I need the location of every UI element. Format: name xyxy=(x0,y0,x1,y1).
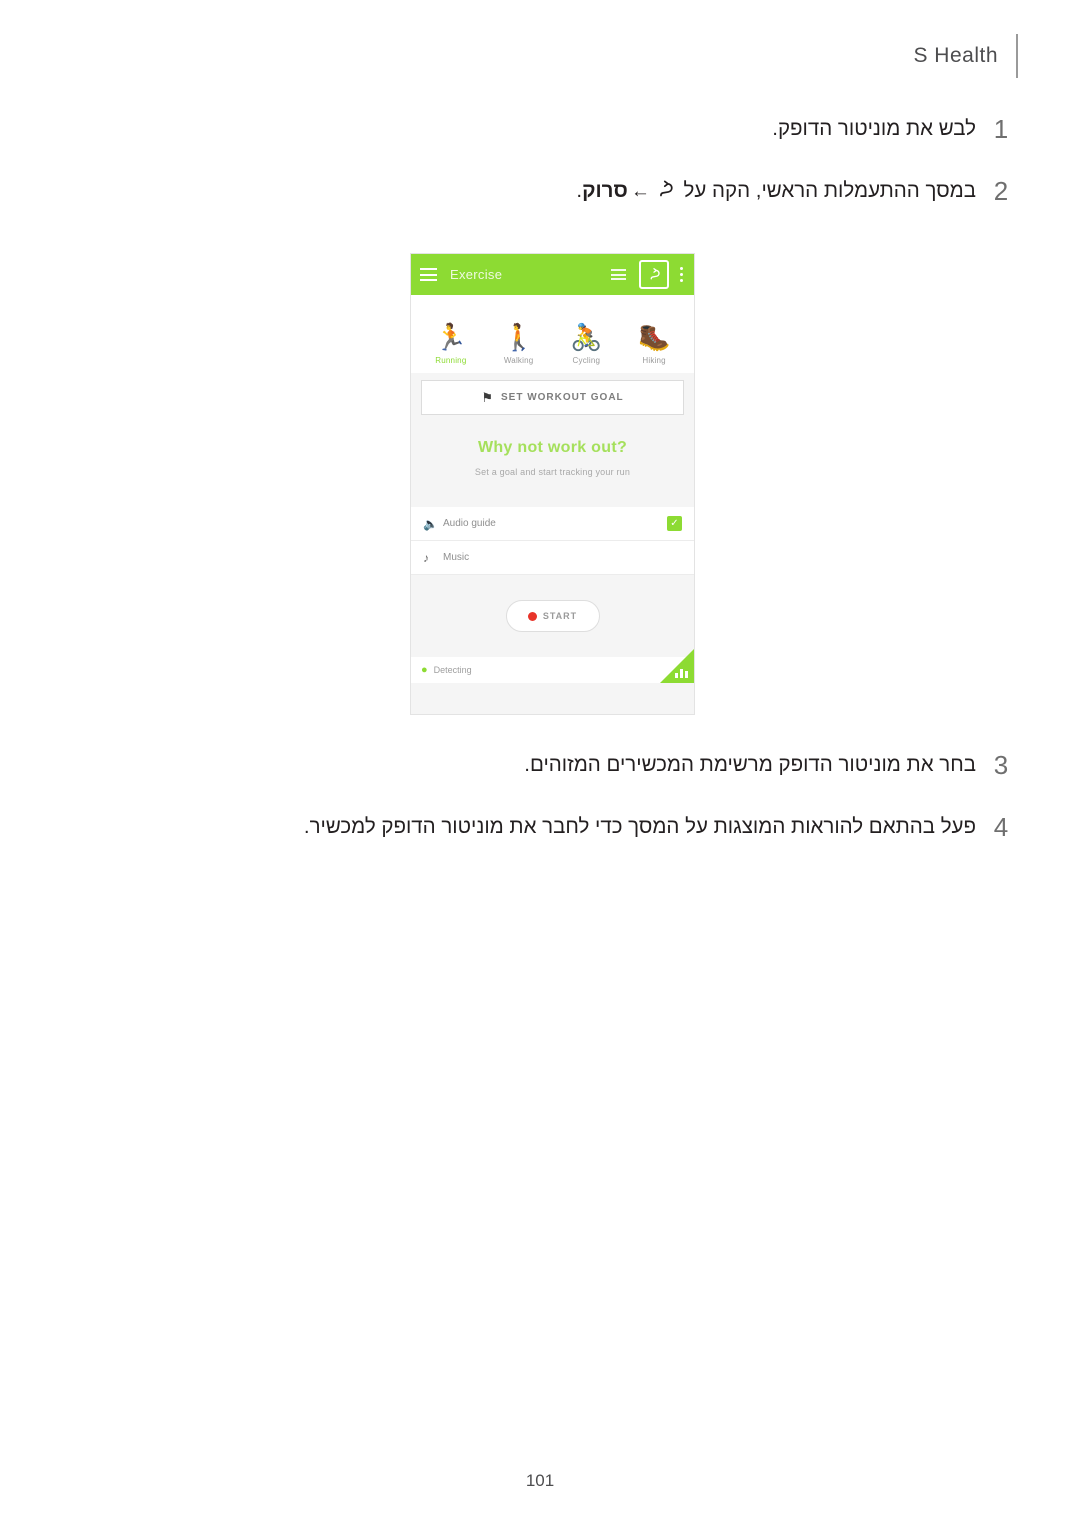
more-options-icon[interactable] xyxy=(679,267,683,282)
step-1-text: לבש את מוניטור הדופק. xyxy=(772,117,976,140)
promo-panel: Why not work out? Set a goal and start t… xyxy=(411,415,694,507)
promo-title: Why not work out? xyxy=(477,439,628,456)
app-bar: Exercise xyxy=(411,254,694,295)
activity-running-label: Running xyxy=(435,356,467,365)
step-3-text: בחר את מוניטור הדופק מרשימת המכשירים המז… xyxy=(524,753,976,776)
step-1: 1 לבש את מוניטור הדופק. xyxy=(62,112,1018,146)
activity-hiking[interactable]: 🥾 Hiking xyxy=(625,322,683,365)
step-2-bold-term: סרוק xyxy=(582,179,628,202)
set-workout-goal-label: SET WORKOUT GOAL xyxy=(500,392,624,403)
page-title: S Health xyxy=(913,44,998,67)
hiking-icon: 🥾 xyxy=(637,322,671,352)
step-4: 4 פעל בהתאם להוראות המוצגות על המסך כדי … xyxy=(62,810,1018,844)
activity-walking[interactable]: 🚶 Walking xyxy=(490,322,548,365)
step-1-number: 1 xyxy=(993,114,1009,144)
activity-cycling-label: Cycling xyxy=(572,356,601,365)
exercise-link-icon xyxy=(655,177,676,198)
activity-cycling[interactable]: 🚴 Cycling xyxy=(557,322,615,365)
step-2-text: במסך ההתעמלות הראשי, הקה על ← סרוק. xyxy=(62,174,984,209)
running-icon: 🏃 xyxy=(434,322,468,352)
walking-icon: 🚶 xyxy=(502,322,535,352)
list-icon[interactable] xyxy=(611,269,626,280)
activity-hiking-label: Hiking xyxy=(642,356,666,365)
activity-selector: 🏃 Running 🚶 Walking 🚴 Cycling 🥾 Hiking xyxy=(411,295,694,373)
step-3-number: 3 xyxy=(993,750,1009,780)
gps-status-bar: ● Detecting xyxy=(411,649,694,683)
audio-guide-checkbox[interactable]: ✓ xyxy=(667,516,682,531)
instruction-steps-continued: 3 בחר את מוניטור הדופק מרשימת המכשירים ה… xyxy=(62,748,1018,872)
step-4-text: פעל בהתאם להוראות המוצגות על המסך כדי לח… xyxy=(303,815,976,838)
music-note-icon: ♪ xyxy=(423,550,429,565)
record-dot-icon xyxy=(527,611,537,621)
step-2-number: 2 xyxy=(993,176,1009,206)
activity-walking-label: Walking xyxy=(503,356,534,365)
start-button[interactable]: START xyxy=(505,600,600,632)
option-audio-guide-label: Audio guide xyxy=(443,518,496,529)
phone-screenshot-figure: Exercise 🏃 Running 🚶 Walking 🚴 Cycling 🥾… xyxy=(410,253,695,715)
page-header: S Health xyxy=(913,34,1018,78)
chart-icon[interactable] xyxy=(675,669,688,678)
flag-icon: ⚑ xyxy=(481,389,493,405)
option-music[interactable]: ♪ Music xyxy=(411,541,694,575)
speaker-icon: 🔈 xyxy=(423,516,438,531)
page-number: 101 xyxy=(525,1471,555,1490)
step-2: 2 במסך ההתעמלות הראשי, הקה על ← סרוק. xyxy=(62,174,1018,209)
option-music-label: Music xyxy=(443,552,470,563)
start-button-label: START xyxy=(542,611,578,621)
header-divider xyxy=(1016,34,1018,78)
option-audio-guide[interactable]: 🔈 Audio guide ✓ xyxy=(411,507,694,541)
start-area: START xyxy=(411,575,694,657)
step-2-arrow: ← xyxy=(630,181,650,202)
app-bar-title: Exercise xyxy=(450,267,503,282)
activity-running[interactable]: 🏃 Running xyxy=(422,322,480,365)
step-3: 3 בחר את מוניטור הדופק מרשימת המכשירים ה… xyxy=(62,748,1018,782)
link-icon[interactable] xyxy=(639,260,669,289)
promo-subtitle: Set a goal and start tracking your run xyxy=(474,467,631,477)
hamburger-icon[interactable] xyxy=(420,268,437,281)
step-4-number: 4 xyxy=(993,812,1009,842)
instruction-steps: 1 לבש את מוניטור הדופק. 2 במסך ההתעמלות … xyxy=(62,112,1018,237)
set-workout-goal-button[interactable]: ⚑ SET WORKOUT GOAL xyxy=(421,380,684,415)
phone-screen: Exercise 🏃 Running 🚶 Walking 🚴 Cycling 🥾… xyxy=(410,253,695,715)
step-2-text-pre: במסך ההתעמלות הראשי, הקה על xyxy=(677,179,977,202)
cycling-icon: 🚴 xyxy=(570,322,603,352)
location-pin-icon: ● xyxy=(421,664,428,676)
gps-status-text: Detecting xyxy=(433,665,472,675)
